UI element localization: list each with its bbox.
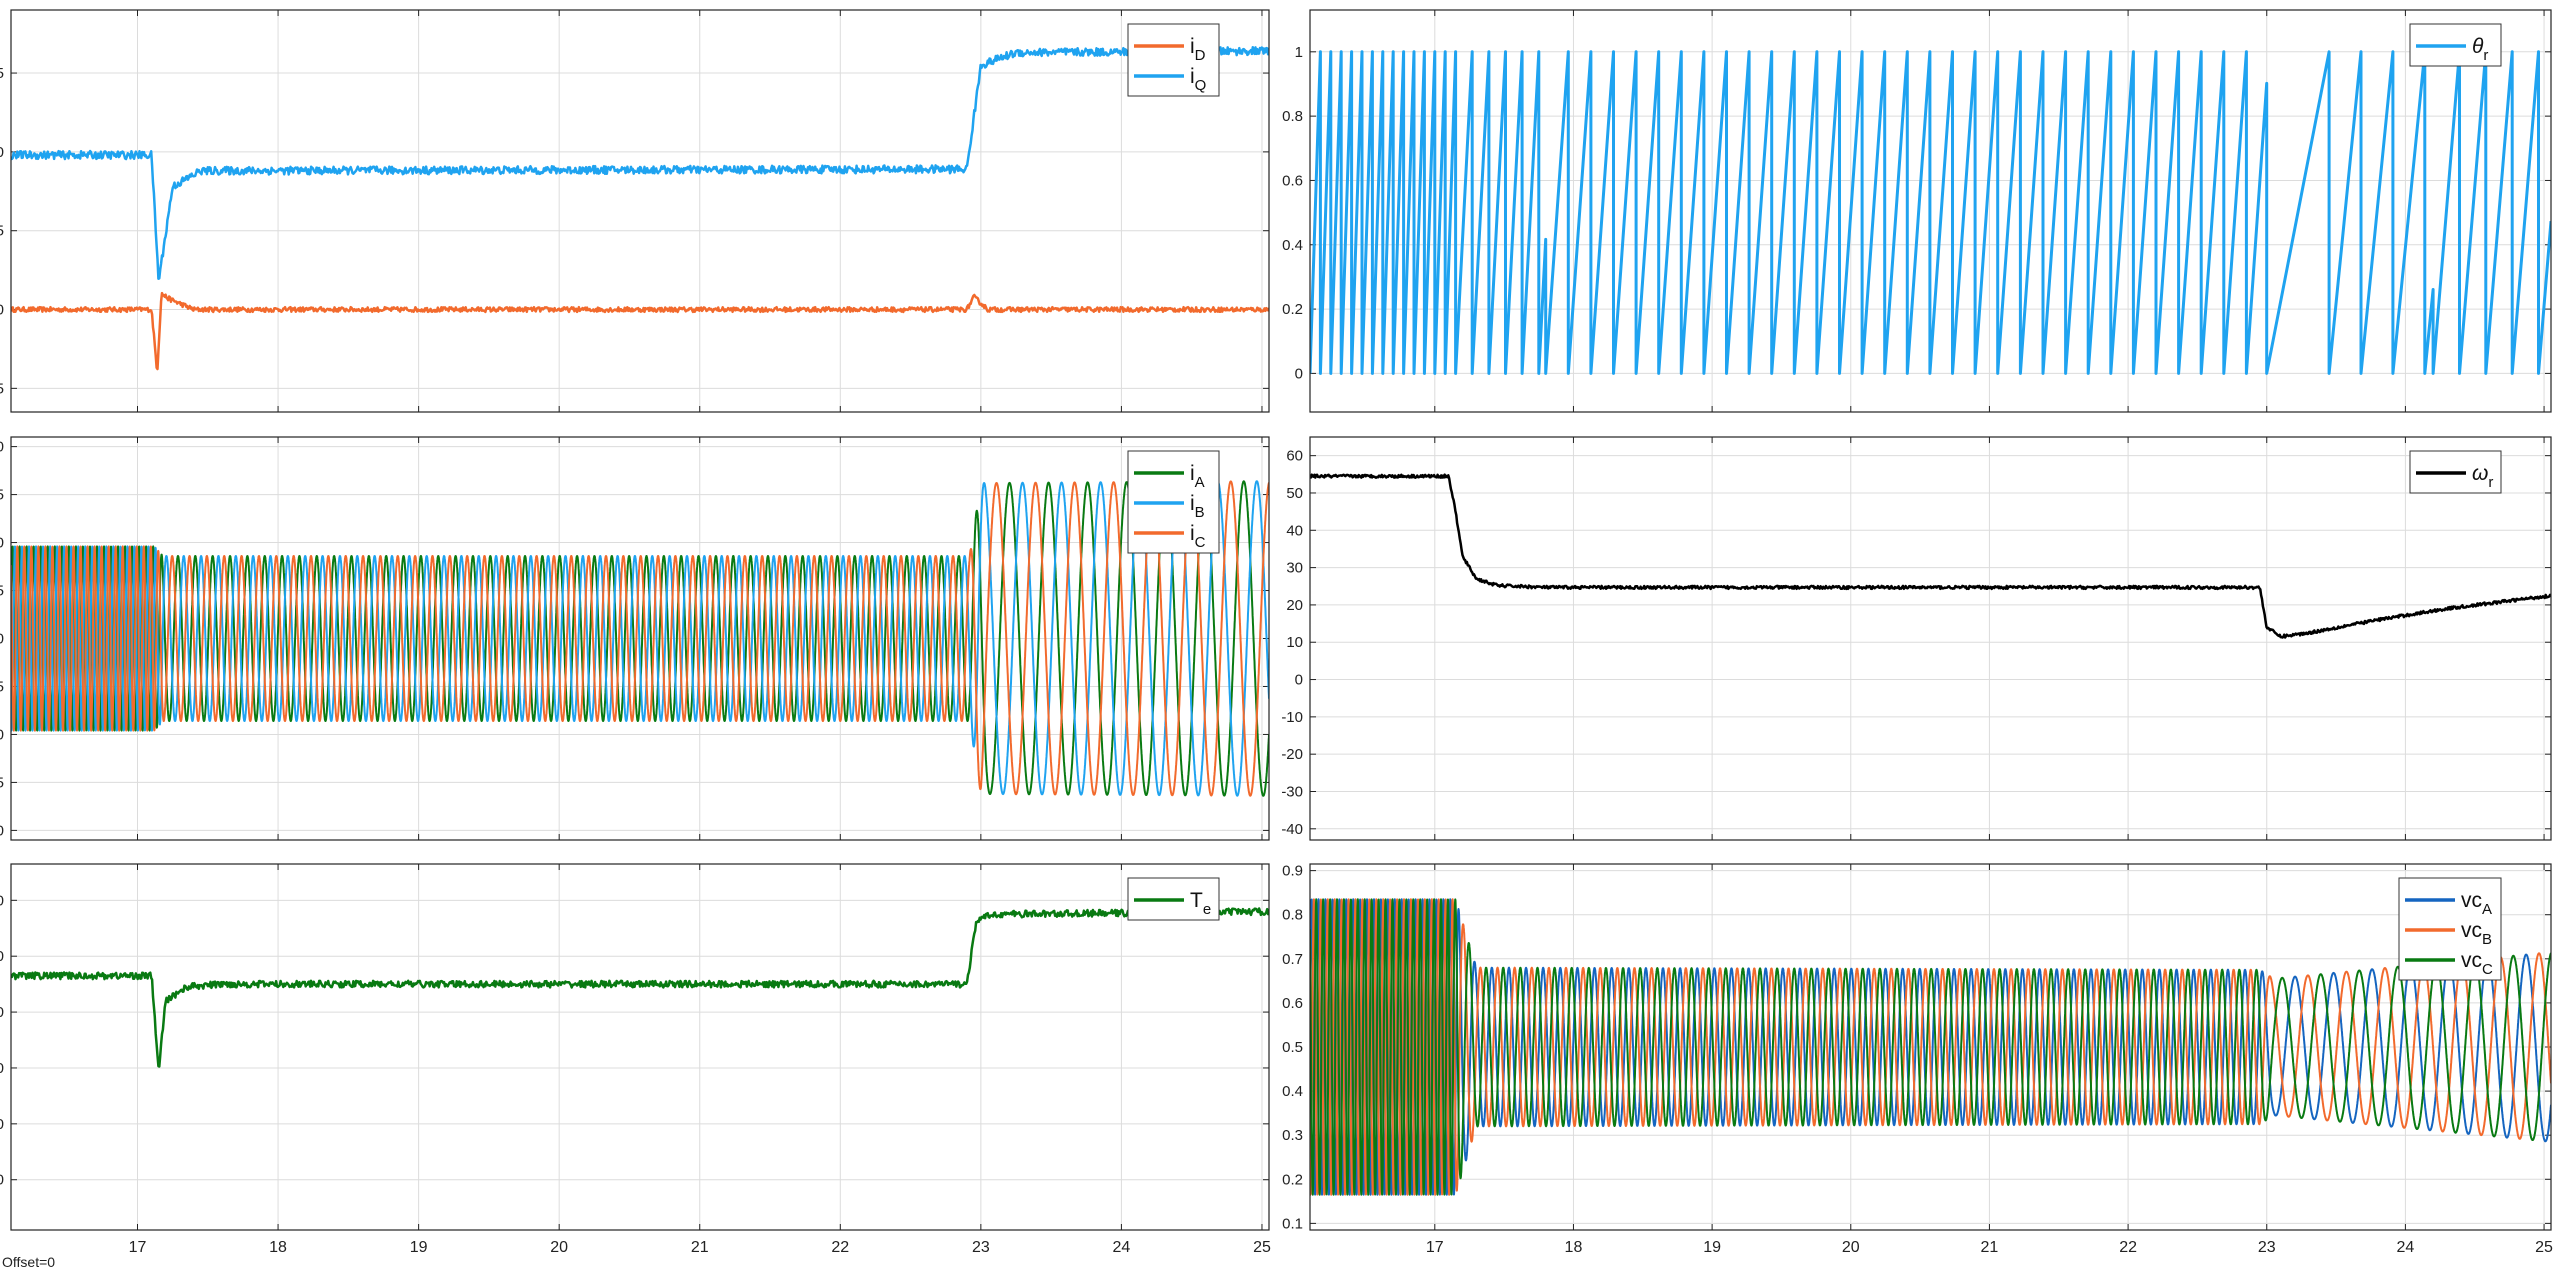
axes-box [1309, 436, 2552, 841]
x-tick-label: 25 [2535, 1239, 2553, 1256]
y-tick-label: 60 [1286, 448, 1303, 465]
y-tick-label: 20 [0, 1004, 4, 1021]
y-tick-label: 0.6 [1282, 172, 1303, 189]
y-tick-label: 40 [0, 948, 4, 965]
y-tick-label: 0.6 [1282, 995, 1303, 1012]
legend: Te [1127, 877, 1220, 921]
y-tick-label: -5 [0, 678, 4, 695]
y-tick-label: -10 [0, 726, 4, 743]
chart-rotor-speed: -40 -30 -20 -10 0 10 20 30 40 50 60 ωr [1281, 436, 2552, 841]
x-tick-label: 19 [410, 1239, 428, 1256]
x-tick-label: 22 [2119, 1239, 2137, 1256]
x-tick-label: 25 [1253, 1239, 1271, 1256]
y-tick-label: 0.9 [1282, 863, 1303, 880]
y-tick-label: 20 [1286, 597, 1303, 614]
y-tick-label: 0.4 [1282, 237, 1303, 254]
y-tick-label: 60 [0, 892, 4, 909]
x-tick-label: 21 [691, 1239, 709, 1256]
x-tick-label: 23 [972, 1239, 990, 1256]
chart-torque: 17 18 19 20 21 22 23 24 25 -40 -20 0 20 40 60 Te [0, 863, 1271, 1256]
y-tick-label: 40 [1286, 522, 1303, 539]
y-tick-label: 30 [1286, 560, 1303, 577]
y-tick-label: 0 [1295, 672, 1303, 689]
plot-area [11, 907, 1269, 1068]
y-tick-label: 0.3 [1282, 1127, 1303, 1144]
series-line-iD [11, 291, 1269, 371]
y-tick-label: 0.2 [1282, 1171, 1303, 1188]
legend: θr [2409, 23, 2502, 67]
chart-rotor-angle: 0 0.2 0.4 0.6 0.8 1 θr [1282, 9, 2552, 413]
series-line-ωr [1310, 473, 2551, 639]
y-tick-label: -30 [1281, 783, 1303, 800]
chart-currents-abc: -20 -15 -10 -5 0 5 10 15 20 iAiBiC [0, 436, 1270, 841]
y-tick-label: 0.2 [1282, 301, 1303, 318]
x-tick-label: 22 [831, 1239, 849, 1256]
legend: ωr [2409, 450, 2502, 494]
x-tick-label: 18 [269, 1239, 287, 1256]
x-tick-label: 18 [1565, 1239, 1583, 1256]
legend: iDiQ [1127, 23, 1220, 97]
plot-area [1310, 473, 2551, 639]
y-tick-label: 0 [0, 302, 4, 319]
y-tick-label: 0.7 [1282, 951, 1303, 968]
scope-figure: -5 0 5 10 15 iDiQ 0 0.2 0.4 0.6 0.8 1 θr -20 -15 -10 -5 0… [0, 9, 2553, 1256]
legend: vcAvcBvcC [2398, 877, 2502, 981]
y-tick-label: 0 [1295, 365, 1303, 382]
y-tick-label: 5 [0, 583, 4, 600]
y-tick-label: 0 [0, 1060, 4, 1077]
y-tick-label: 10 [1286, 634, 1303, 651]
y-tick-label: 0.4 [1282, 1083, 1303, 1100]
chart-voltages-abc: 17 18 19 20 21 22 23 24 25 0.1 0.2 0.3 0.4 0.5 0.6 0.7 0… [1282, 863, 2553, 1256]
x-tick-label: 20 [550, 1239, 568, 1256]
x-tick-label: 19 [1703, 1239, 1721, 1256]
x-tick-label: 23 [2258, 1239, 2276, 1256]
plot-area [1310, 50, 2551, 375]
y-tick-label: 0.5 [1282, 1039, 1303, 1056]
y-tick-label: -15 [0, 774, 4, 791]
chart-currents-dq: -5 0 5 10 15 iDiQ [0, 9, 1270, 413]
y-tick-label: 0.8 [1282, 907, 1303, 924]
offset-label: Offset=0 [2, 1254, 56, 1270]
y-tick-label: 15 [0, 65, 4, 82]
axes-box [10, 863, 1270, 1231]
y-tick-label: -40 [1281, 821, 1303, 838]
y-tick-label: -5 [0, 380, 4, 397]
y-tick-label: 0.8 [1282, 108, 1303, 125]
y-tick-label: 10 [0, 144, 4, 161]
x-tick-label: 17 [1426, 1239, 1444, 1256]
legend: iAiBiC [1127, 450, 1220, 554]
x-tick-label: 17 [129, 1239, 147, 1256]
y-tick-label: 5 [0, 223, 4, 240]
y-tick-label: -40 [0, 1172, 4, 1189]
y-tick-label: 0.1 [1282, 1215, 1303, 1232]
plot-area [11, 45, 1269, 371]
x-tick-label: 24 [2397, 1239, 2415, 1256]
y-tick-label: -10 [1281, 709, 1303, 726]
y-tick-label: 15 [0, 487, 4, 504]
x-tick-label: 20 [1842, 1239, 1860, 1256]
x-tick-label: 21 [1981, 1239, 1999, 1256]
series-line-θr [1310, 50, 2551, 375]
y-tick-label: -20 [1281, 746, 1303, 763]
y-tick-label: -20 [0, 822, 4, 839]
y-tick-label: 20 [0, 439, 4, 456]
axes-box [10, 9, 1270, 413]
y-tick-label: 0 [0, 631, 4, 648]
y-tick-label: 1 [1295, 44, 1303, 61]
y-tick-label: -20 [0, 1116, 4, 1133]
series-line-iQ [11, 45, 1269, 280]
y-tick-label: 10 [0, 535, 4, 552]
x-tick-label: 24 [1113, 1239, 1131, 1256]
y-tick-label: 50 [1286, 485, 1303, 502]
series-line-Te [11, 907, 1269, 1068]
